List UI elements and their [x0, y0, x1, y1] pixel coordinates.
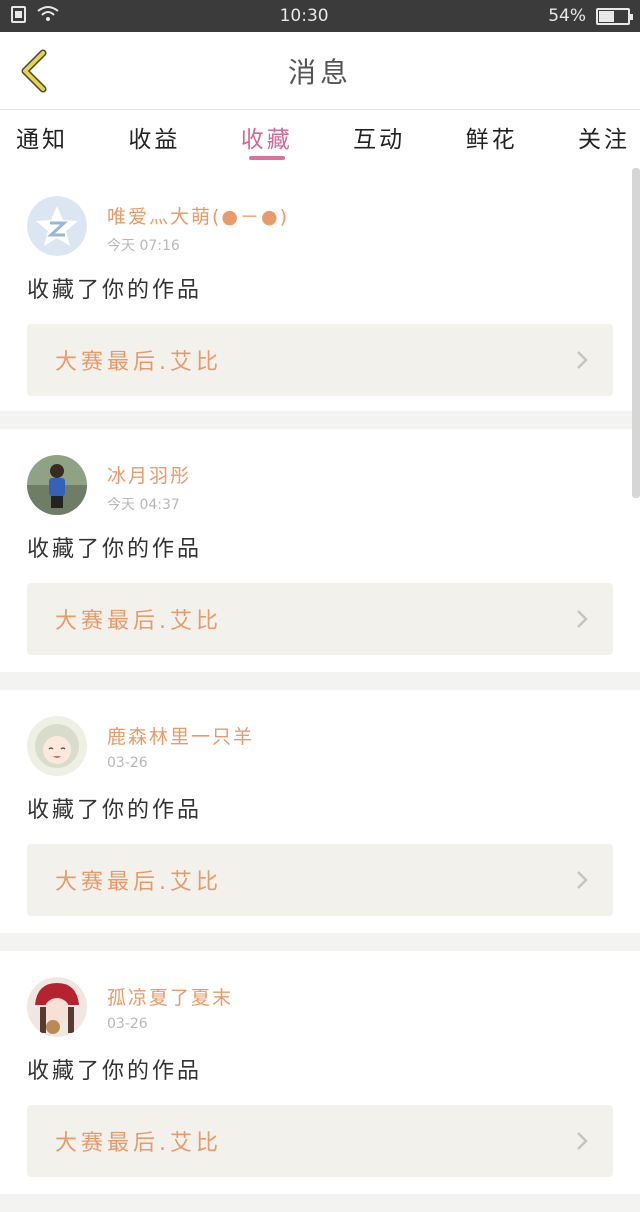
battery-level — [598, 10, 615, 22]
action-text: 收藏了你的作品 — [27, 537, 203, 562]
work-link[interactable]: 大赛最后.艾比 — [27, 583, 613, 655]
avatar[interactable] — [27, 196, 87, 256]
chevron-right-icon — [577, 871, 588, 889]
status-bar: 10:30 54% — [0, 0, 640, 32]
action-text: 收藏了你的作品 — [27, 278, 203, 303]
chevron-left-icon — [21, 49, 47, 93]
work-link[interactable]: 大赛最后.艾比 — [27, 324, 613, 396]
action-text: 收藏了你的作品 — [27, 1059, 203, 1084]
tab-earnings[interactable]: 收益 — [128, 110, 180, 168]
person-photo-icon — [27, 455, 87, 515]
tab-active-indicator — [248, 156, 285, 160]
username[interactable]: 冰月羽彤 — [107, 461, 191, 488]
message-list: 唯爱灬大萌(●－●) 今天 07:16 收藏了你的作品 大赛最后.艾比 冰月羽彤… — [0, 168, 640, 1212]
tab-label: 互动 — [353, 127, 406, 153]
avatar[interactable] — [27, 455, 87, 515]
back-button[interactable] — [14, 48, 54, 94]
tab-favorites[interactable]: 收藏 — [241, 110, 293, 168]
tab-follows[interactable]: 关注 — [578, 110, 630, 168]
username[interactable]: 唯爱灬大萌(●－●) — [107, 202, 289, 229]
username[interactable]: 鹿森林里一只羊 — [107, 722, 254, 749]
list-item: 孤凉夏了夏末 03-26 收藏了你的作品 大赛最后.艾比 — [0, 951, 640, 1194]
work-title: 大赛最后.艾比 — [55, 350, 222, 375]
timestamp: 今天 04:37 — [107, 497, 180, 513]
tab-label: 关注 — [577, 127, 630, 153]
work-title: 大赛最后.艾比 — [55, 609, 222, 634]
qzone-star-icon — [27, 196, 87, 256]
work-title: 大赛最后.艾比 — [55, 870, 222, 895]
red-hat-person-icon — [27, 977, 87, 1037]
timestamp: 今天 07:16 — [107, 238, 180, 254]
anime-character-icon — [27, 716, 87, 776]
tab-notifications[interactable]: 通知 — [16, 110, 68, 168]
battery-percent: 54% — [548, 6, 586, 26]
timestamp: 03-26 — [107, 1016, 148, 1032]
chevron-right-icon — [577, 610, 588, 628]
list-item: 鹿森林里一只羊 03-26 收藏了你的作品 大赛最后.艾比 — [0, 690, 640, 933]
header: 消息 — [0, 32, 640, 110]
wifi-icon — [36, 5, 60, 28]
username[interactable]: 孤凉夏了夏末 — [107, 983, 233, 1010]
tab-bar: 通知 收益 收藏 互动 鲜花 关注 — [0, 110, 640, 168]
status-time: 10:30 — [279, 6, 329, 26]
scrollbar[interactable] — [632, 168, 640, 498]
tab-label: 通知 — [16, 127, 68, 153]
tab-label: 鲜花 — [465, 127, 518, 153]
tab-label: 收益 — [128, 127, 181, 153]
chevron-right-icon — [577, 351, 588, 369]
list-item: 冰月羽彤 今天 04:37 收藏了你的作品 大赛最后.艾比 — [0, 429, 640, 672]
work-link[interactable]: 大赛最后.艾比 — [27, 844, 613, 916]
work-link[interactable]: 大赛最后.艾比 — [27, 1105, 613, 1177]
tab-label: 收藏 — [240, 127, 293, 153]
tab-flowers[interactable]: 鲜花 — [466, 110, 518, 168]
timestamp: 03-26 — [107, 755, 148, 771]
list-item: 唯爱灬大萌(●－●) 今天 07:16 收藏了你的作品 大赛最后.艾比 — [0, 168, 640, 411]
avatar[interactable] — [27, 716, 87, 776]
page-title: 消息 — [287, 55, 352, 89]
action-text: 收藏了你的作品 — [27, 798, 203, 823]
chevron-right-icon — [577, 1132, 588, 1150]
battery-icon — [595, 7, 633, 25]
work-title: 大赛最后.艾比 — [55, 1131, 222, 1156]
sim-icon — [10, 5, 28, 28]
tab-interactions[interactable]: 互动 — [353, 110, 405, 168]
avatar[interactable] — [27, 977, 87, 1037]
